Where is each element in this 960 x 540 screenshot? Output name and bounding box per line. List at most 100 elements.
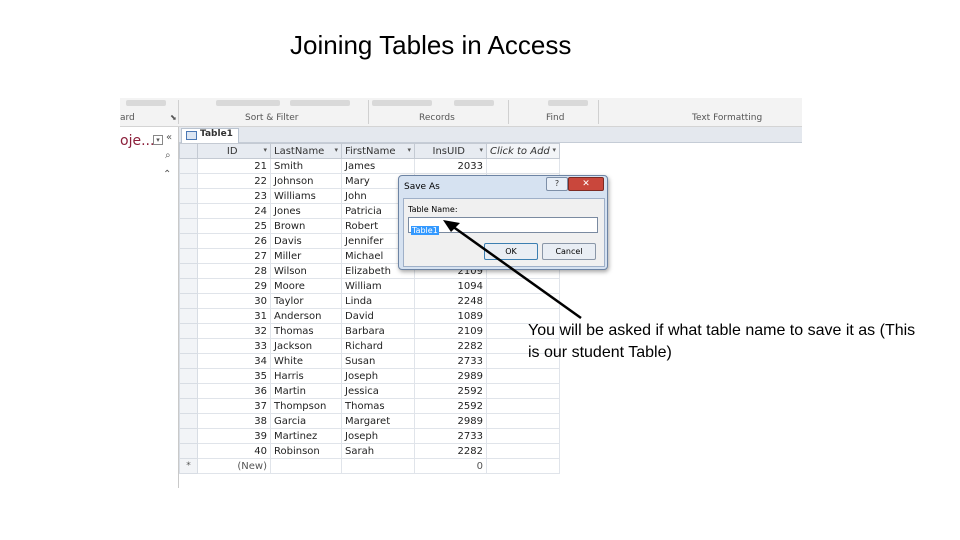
- search-icon[interactable]: ⌕: [165, 150, 171, 161]
- column-header-click-to-add[interactable]: Click to Add ▾: [486, 143, 560, 159]
- cell-firstname[interactable]: [341, 458, 415, 474]
- cell-insuid[interactable]: 2592: [414, 383, 487, 399]
- row-selector[interactable]: [179, 188, 198, 204]
- cell-insuid[interactable]: 1094: [414, 278, 487, 294]
- column-header-insuid[interactable]: InsUID ▾: [414, 143, 487, 159]
- cell-lastname[interactable]: Wilson: [270, 263, 342, 279]
- cell-id[interactable]: 26: [197, 233, 271, 249]
- row-selector[interactable]: [179, 293, 198, 309]
- cell-lastname[interactable]: Harris: [270, 368, 342, 384]
- cell-lastname[interactable]: White: [270, 353, 342, 369]
- dropdown-icon[interactable]: ▾: [153, 135, 163, 145]
- row-selector[interactable]: [179, 263, 198, 279]
- table-row[interactable]: 31 Anderson David 1089: [179, 308, 560, 324]
- row-selector[interactable]: [179, 233, 198, 249]
- cell-id[interactable]: 37: [197, 398, 271, 414]
- cell-id[interactable]: 36: [197, 383, 271, 399]
- row-selector[interactable]: [179, 443, 198, 459]
- cell-id[interactable]: 25: [197, 218, 271, 234]
- cell-id[interactable]: 27: [197, 248, 271, 264]
- cell-insuid[interactable]: 2733: [414, 428, 487, 444]
- cancel-button[interactable]: Cancel: [542, 243, 596, 260]
- cell-lastname[interactable]: Brown: [270, 218, 342, 234]
- cell-insuid[interactable]: 1089: [414, 308, 487, 324]
- dropdown-arrow-icon[interactable]: ▾: [552, 146, 556, 154]
- row-selector[interactable]: [179, 338, 198, 354]
- row-selector[interactable]: [179, 368, 198, 384]
- table-row[interactable]: 30 Taylor Linda 2248: [179, 293, 560, 309]
- cell-id[interactable]: 23: [197, 188, 271, 204]
- cell-insuid[interactable]: 2248: [414, 293, 487, 309]
- cell-lastname[interactable]: Robinson: [270, 443, 342, 459]
- row-selector[interactable]: [179, 353, 198, 369]
- collapse-pane-icon[interactable]: «: [166, 132, 172, 143]
- ribbon-faded-control[interactable]: [548, 100, 588, 106]
- cell-firstname[interactable]: Linda: [341, 293, 415, 309]
- table-row[interactable]: 29 Moore William 1094: [179, 278, 560, 294]
- collapse-group-icon[interactable]: ⌃: [163, 169, 171, 180]
- cell-lastname[interactable]: Miller: [270, 248, 342, 264]
- row-selector[interactable]: [179, 383, 198, 399]
- row-selector[interactable]: [179, 428, 198, 444]
- row-selector[interactable]: [179, 218, 198, 234]
- cell-id[interactable]: 33: [197, 338, 271, 354]
- cell-lastname[interactable]: Moore: [270, 278, 342, 294]
- row-selector[interactable]: [179, 308, 198, 324]
- column-header-id[interactable]: ID ▾: [197, 143, 271, 159]
- cell-click-to-add[interactable]: [486, 278, 560, 294]
- cell-insuid[interactable]: 0: [414, 458, 487, 474]
- cell-insuid[interactable]: 2109: [414, 323, 487, 339]
- new-record-marker[interactable]: *: [179, 458, 198, 474]
- row-selector[interactable]: [179, 158, 198, 174]
- table-row[interactable]: 35 Harris Joseph 2989: [179, 368, 560, 384]
- cell-click-to-add[interactable]: [486, 413, 560, 429]
- ribbon-faded-control[interactable]: [126, 100, 166, 106]
- cell-id[interactable]: 22: [197, 173, 271, 189]
- cell-insuid[interactable]: 2989: [414, 413, 487, 429]
- cell-lastname[interactable]: Thomas: [270, 323, 342, 339]
- cell-lastname[interactable]: [270, 458, 342, 474]
- table-row[interactable]: 38 Garcia Margaret 2989: [179, 413, 560, 429]
- cell-lastname[interactable]: Garcia: [270, 413, 342, 429]
- table-row[interactable]: 37 Thompson Thomas 2592: [179, 398, 560, 414]
- cell-id[interactable]: 38: [197, 413, 271, 429]
- table-row[interactable]: 36 Martin Jessica 2592: [179, 383, 560, 399]
- cell-insuid[interactable]: 2989: [414, 368, 487, 384]
- table-row[interactable]: 33 Jackson Richard 2282: [179, 338, 560, 354]
- cell-lastname[interactable]: Jones: [270, 203, 342, 219]
- cell-id[interactable]: (New): [197, 458, 271, 474]
- cell-firstname[interactable]: Richard: [341, 338, 415, 354]
- dropdown-arrow-icon[interactable]: ▾: [479, 146, 483, 154]
- cell-insuid[interactable]: 2282: [414, 443, 487, 459]
- row-selector[interactable]: [179, 248, 198, 264]
- row-selector[interactable]: [179, 278, 198, 294]
- cell-insuid[interactable]: 2733: [414, 353, 487, 369]
- nav-pane-title[interactable]: oje...: [120, 133, 154, 149]
- cell-lastname[interactable]: Johnson: [270, 173, 342, 189]
- cell-firstname[interactable]: Margaret: [341, 413, 415, 429]
- cell-click-to-add[interactable]: [486, 158, 560, 174]
- cell-firstname[interactable]: Susan: [341, 353, 415, 369]
- cell-click-to-add[interactable]: [486, 458, 560, 474]
- ribbon-faded-control[interactable]: [372, 100, 432, 106]
- cell-firstname[interactable]: Sarah: [341, 443, 415, 459]
- cell-id[interactable]: 30: [197, 293, 271, 309]
- ribbon-faded-control[interactable]: [454, 100, 494, 106]
- cell-click-to-add[interactable]: [486, 428, 560, 444]
- cell-id[interactable]: 40: [197, 443, 271, 459]
- cell-click-to-add[interactable]: [486, 368, 560, 384]
- cell-id[interactable]: 39: [197, 428, 271, 444]
- dropdown-arrow-icon[interactable]: ▾: [263, 146, 267, 154]
- dropdown-arrow-icon[interactable]: ▾: [407, 146, 411, 154]
- cell-firstname[interactable]: Thomas: [341, 398, 415, 414]
- table-name-input[interactable]: Table1: [408, 217, 598, 235]
- cell-id[interactable]: 34: [197, 353, 271, 369]
- cell-lastname[interactable]: Taylor: [270, 293, 342, 309]
- cell-lastname[interactable]: Jackson: [270, 338, 342, 354]
- cell-insuid[interactable]: 2033: [414, 158, 487, 174]
- cell-firstname[interactable]: David: [341, 308, 415, 324]
- select-all-cell[interactable]: [179, 143, 198, 159]
- table-row[interactable]: 34 White Susan 2733: [179, 353, 560, 369]
- table-row[interactable]: 32 Thomas Barbara 2109: [179, 323, 560, 339]
- row-selector[interactable]: [179, 413, 198, 429]
